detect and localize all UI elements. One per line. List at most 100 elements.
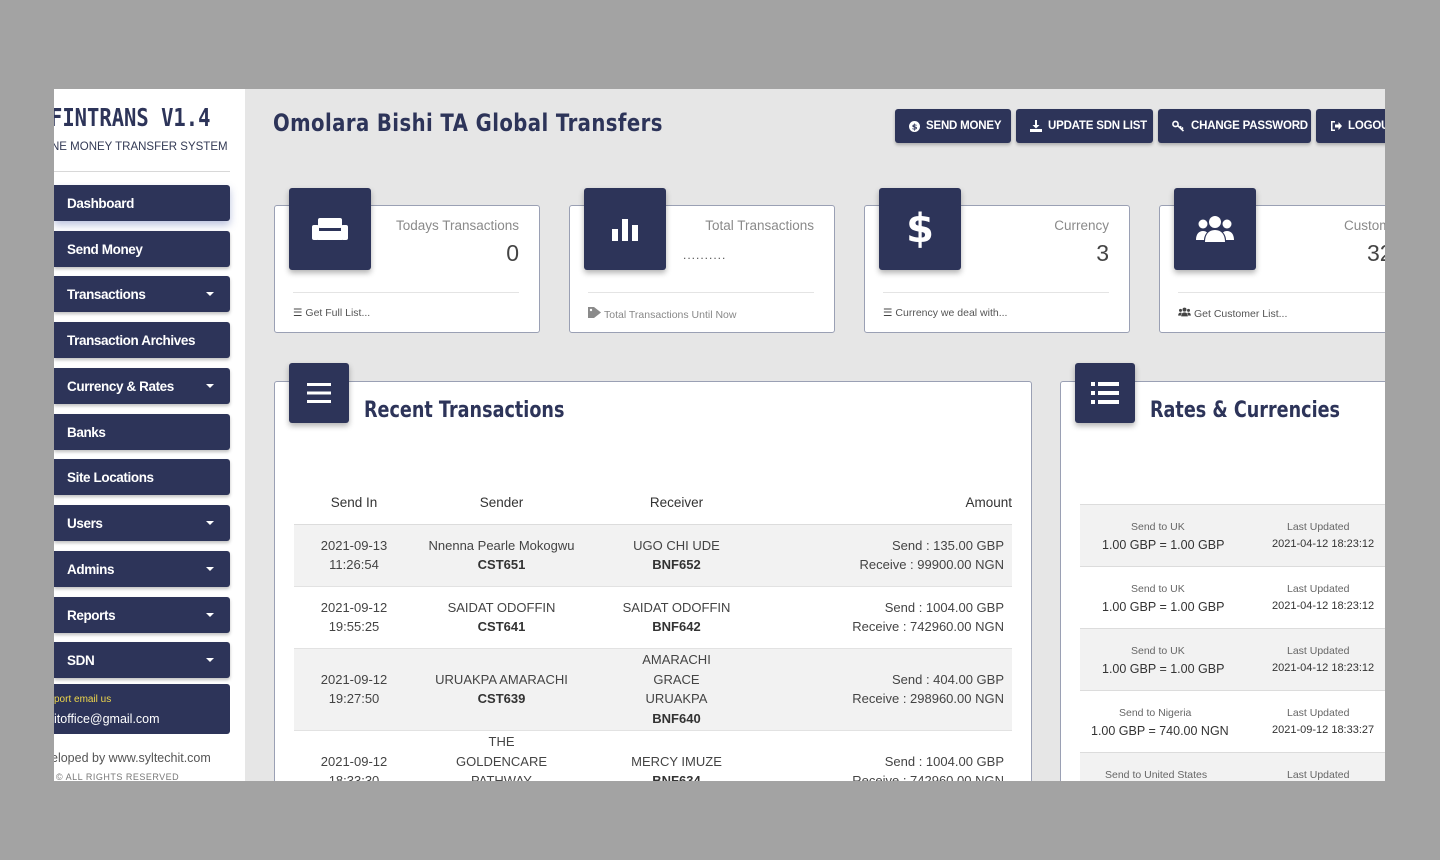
support-box: port email us itoffice@gmail.com (54, 684, 230, 734)
nav-label: Transactions (67, 286, 146, 302)
logout-button[interactable]: LOGOU (1316, 109, 1385, 143)
card-footer-label: Get Full List... (305, 307, 371, 319)
receive-amount: Receive : 742960.00 NGN (852, 773, 1004, 781)
support-email-link[interactable]: itoffice@gmail.com (54, 712, 160, 726)
table-row[interactable]: 2021-09-12 18:33:30 THE GOLDENCARE PATHWA… (294, 730, 1012, 781)
card-label: Total Transactions (705, 218, 814, 233)
nav-label: Reports (67, 607, 116, 623)
nav-dashboard[interactable]: Dashboard (54, 185, 230, 221)
rate-value: 1.00 GBP = 1.00 GBP (1102, 538, 1225, 552)
nav-sdn[interactable]: SDN (54, 642, 230, 678)
caret-down-icon (206, 384, 214, 388)
caret-down-icon (206, 613, 214, 617)
rate-row: Send to Nigeria 1.00 GBP = 740.00 NGN La… (1080, 690, 1385, 752)
nav-label: Transaction Archives (67, 332, 196, 348)
column-header: Sender (414, 482, 589, 525)
brand-title: FINTRANS V1.4 (54, 103, 211, 132)
card-label: Currency (1054, 218, 1109, 233)
rate-row: Send to UK 1.00 GBP = 1.00 GBP Last Upda… (1080, 504, 1385, 566)
nav-transactions[interactable]: Transactions (54, 276, 230, 312)
receiver-id: BNF634 (652, 773, 701, 781)
rate-row: Send to UK 1.00 GBP = 1.00 GBP Last Upda… (1080, 566, 1385, 628)
stat-card-todays-transactions: Todays Transactions 0 ☰ Get Full List... (274, 188, 540, 333)
sender-name: Nnenna Pearle Mokogwu (428, 537, 575, 553)
rate-value: 1.00 GBP = 1.00 GBP (1102, 600, 1225, 614)
nav-send-money[interactable]: Send Money (54, 231, 230, 267)
nav-admins[interactable]: Admins (54, 551, 230, 587)
send-amount: Send : 1004.00 GBP (884, 599, 1004, 615)
divider (883, 292, 1109, 293)
sign-out-icon (1331, 121, 1342, 131)
list-icon: ☰ (293, 307, 303, 319)
table-row[interactable]: 2021-09-12 19:27:50 URUAKPA AMARACHI CST63… (294, 648, 1012, 731)
nav-label: Banks (67, 424, 106, 440)
page-title: Omolara Bishi TA Global Transfers (273, 109, 663, 137)
sender-id: CST639 (477, 691, 526, 706)
change-password-button[interactable]: CHANGE PASSWORD (1158, 109, 1311, 143)
nav-reports[interactable]: Reports (54, 597, 230, 633)
divider (54, 171, 230, 172)
nav-currency-rates[interactable]: Currency & Rates (54, 368, 230, 404)
svg-text:$: $ (912, 121, 918, 131)
logout-label: LOGOU (1348, 120, 1385, 132)
nav-label: Send Money (67, 241, 143, 257)
caret-down-icon (206, 292, 214, 296)
card-icon-box (1174, 188, 1256, 270)
nav-label: Currency & Rates (67, 378, 174, 394)
panel-icon-box (289, 363, 349, 423)
card-value: 32 (1367, 240, 1385, 266)
rate-destination: Send to United States (1105, 769, 1208, 781)
change-password-label: CHANGE PASSWORD (1191, 120, 1308, 132)
rate-value: 1.00 GBP = 1.00 GBP (1102, 662, 1225, 676)
divider (1178, 292, 1385, 293)
divider (293, 292, 519, 293)
caret-down-icon (206, 521, 214, 525)
send-money-label: SEND MONEY (926, 120, 1002, 132)
rate-row: Send to UK 1.00 GBP = 1.00 GBP Last Upda… (1080, 628, 1385, 690)
panel-title: Rates & Currencies (1150, 398, 1341, 423)
card-footer-link[interactable]: ☰ Currency we deal with... (883, 307, 1007, 319)
table-row[interactable]: 2021-09-13 11:26:54 Nnenna Pearle Mokogwu… (294, 524, 1012, 587)
nav-banks[interactable]: Banks (54, 414, 230, 450)
card-footer-link[interactable]: Get Customer List... (1178, 307, 1287, 320)
update-sdn-list-button[interactable]: UPDATE SDN LIST (1016, 109, 1153, 143)
column-header: Send In (294, 482, 414, 525)
nav-users[interactable]: Users (54, 505, 230, 541)
updated-label: Last Updated (1287, 645, 1350, 657)
receiver-name: AMARACHI GRACE URUAKPA (642, 652, 711, 706)
updated-label: Last Updated (1287, 769, 1350, 781)
table-header-row: Send In Sender Receiver Amount (294, 482, 1012, 525)
tx-time: 11:26:54 (329, 557, 379, 572)
receiver-name: SAIDAT ODOFFIN (622, 599, 731, 615)
nav-transaction-archives[interactable]: Transaction Archives (54, 322, 230, 358)
list-icon: ☰ (883, 307, 893, 319)
dollar-circle-icon: $ (909, 120, 920, 132)
card-footer-link[interactable]: ☰ Get Full List... (293, 307, 370, 319)
receive-amount: Receive : 99900.00 NGN (859, 557, 1004, 572)
recent-transactions-panel: Recent Transactions Send In Sender Recei… (274, 363, 1032, 781)
tx-time: 18:33:30 (328, 773, 380, 781)
table-row[interactable]: 2021-09-12 19:55:25 SAIDAT ODOFFIN CST641 … (294, 586, 1012, 649)
tx-date: 2021-09-13 (320, 537, 388, 553)
updated-label: Last Updated (1287, 707, 1350, 719)
tx-time: 19:55:25 (328, 619, 380, 634)
card-footer-label: Total Transactions Until Now (604, 309, 737, 321)
sender-name: THE GOLDENCARE PATHWAY (455, 734, 548, 781)
updated-time: 2021-04-12 18:23:12 (1272, 538, 1375, 550)
sender-name: SAIDAT ODOFFIN (447, 599, 556, 615)
caret-down-icon (206, 567, 214, 571)
rate-value: 1.00 GBP = 740.00 NGN (1091, 724, 1229, 738)
receive-amount: Receive : 742960.00 NGN (852, 619, 1004, 634)
send-money-button[interactable]: $ SEND MONEY (895, 109, 1011, 143)
nav-label: Dashboard (67, 195, 134, 211)
developer-credit[interactable]: eloped by www.syltechit.com (54, 751, 211, 765)
update-sdn-label: UPDATE SDN LIST (1048, 120, 1148, 132)
rate-destination: Send to Nigeria (1119, 707, 1192, 719)
nav-site-locations[interactable]: Site Locations (54, 459, 230, 495)
card-footer: Total Transactions Until Now (588, 307, 736, 321)
stat-card-currency: $ Currency 3 ☰ Currency we deal with... (864, 188, 1130, 333)
card-value: 3 (1096, 240, 1109, 266)
updated-label: Last Updated (1287, 521, 1350, 533)
sender-id: CST651 (477, 557, 526, 572)
divider (588, 292, 814, 293)
